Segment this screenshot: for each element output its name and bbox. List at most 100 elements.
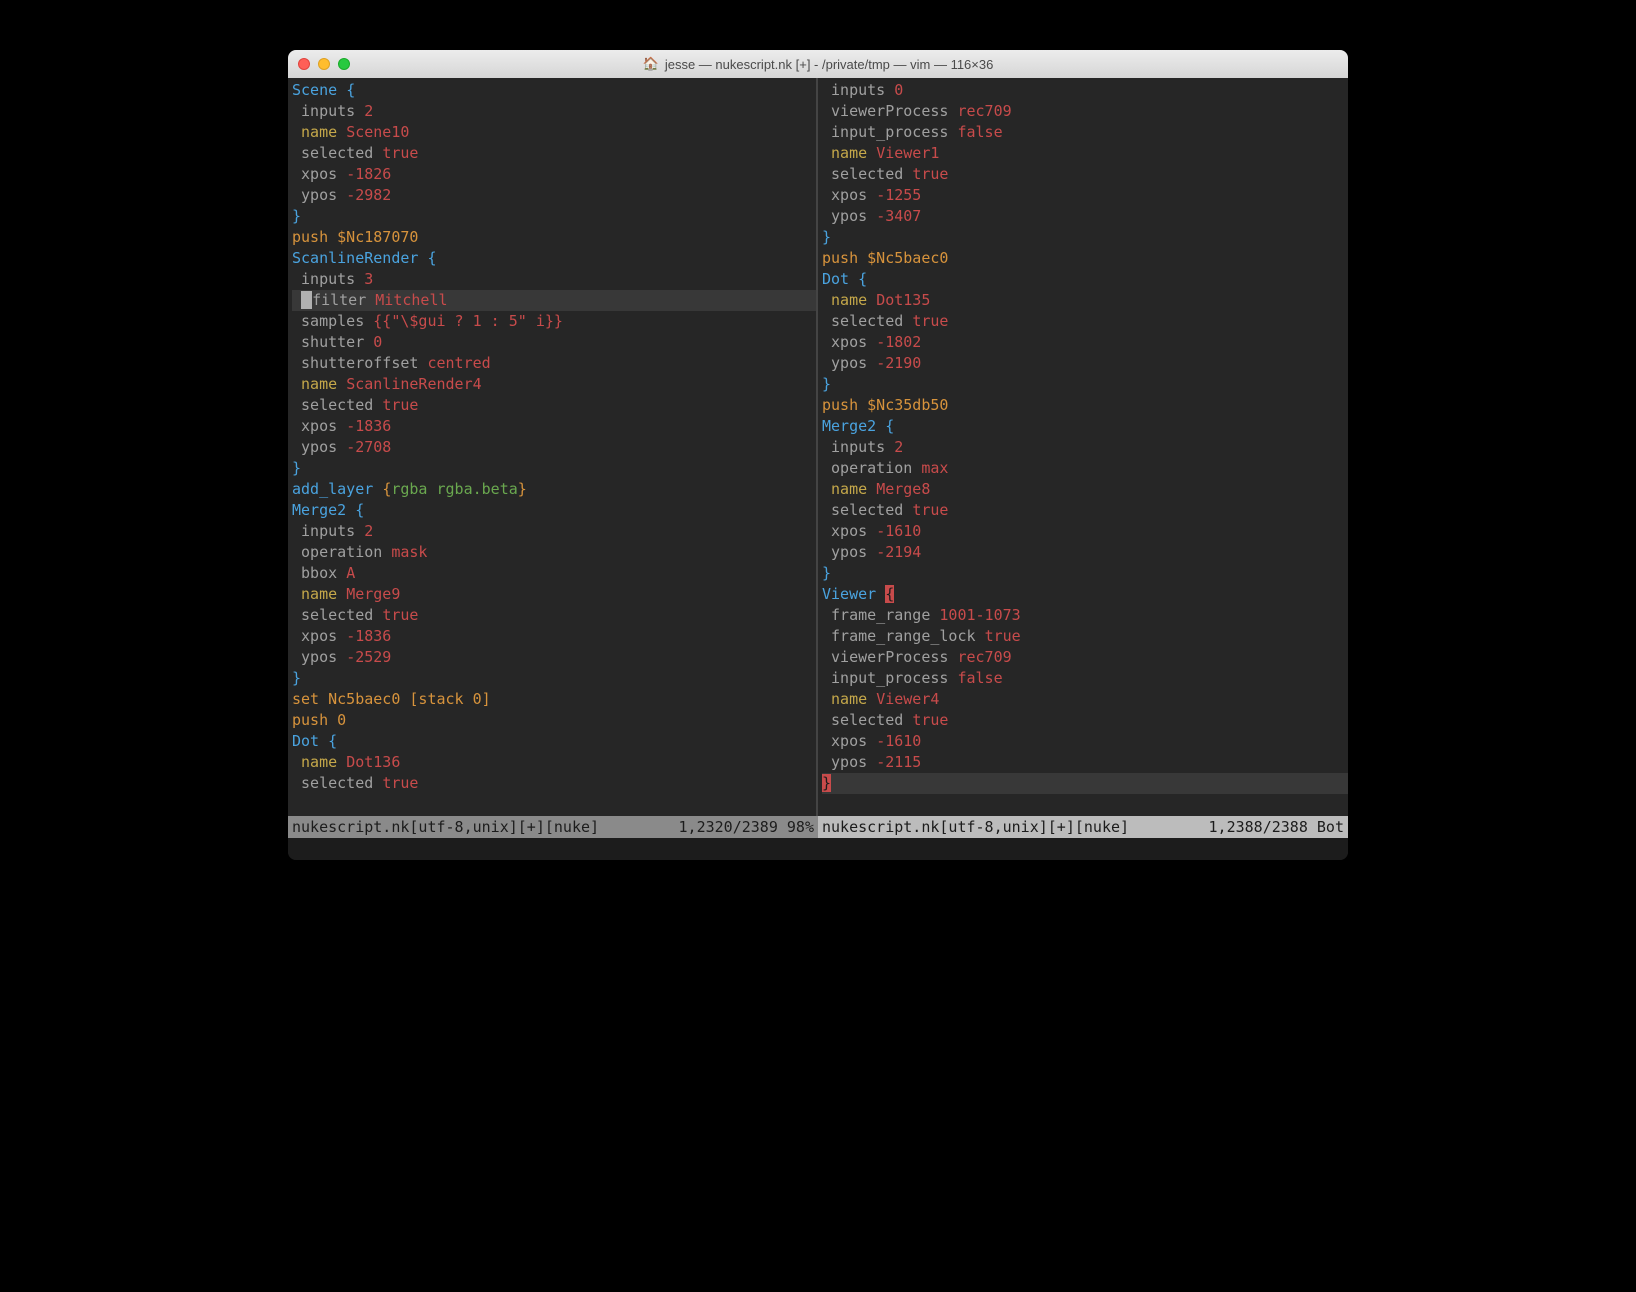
code-line[interactable]: selected true [292, 605, 816, 626]
code-line[interactable]: Viewer { [822, 584, 1348, 605]
token: frame_range [831, 606, 939, 624]
code-line[interactable]: xpos -1802 [822, 332, 1348, 353]
home-icon: 🏠 [643, 56, 659, 72]
code-line[interactable]: Dot { [822, 269, 1348, 290]
token [849, 270, 858, 288]
code-line[interactable]: push $Nc187070 [292, 227, 816, 248]
code-line[interactable]: Dot { [292, 731, 816, 752]
vim-pane-left[interactable]: Scene { inputs 2 name Scene10 selected t… [288, 78, 818, 838]
code-line[interactable]: push $Nc5baec0 [822, 248, 1348, 269]
code-line[interactable]: shutteroffset centred [292, 353, 816, 374]
code-line[interactable]: ypos -2190 [822, 353, 1348, 374]
code-line[interactable]: ypos -2529 [292, 647, 816, 668]
code-line[interactable]: input_process false [822, 122, 1348, 143]
code-line[interactable]: name Merge9 [292, 584, 816, 605]
code-line[interactable]: xpos -1836 [292, 626, 816, 647]
code-line[interactable]: inputs 3 [292, 269, 816, 290]
code-line[interactable]: inputs 2 [822, 437, 1348, 458]
vim-pane-right[interactable]: inputs 0 viewerProcess rec709 input_proc… [818, 78, 1348, 838]
status-file-right: nukescript.nk[utf-8,unix][+][nuke] [822, 816, 1129, 838]
code-line[interactable]: viewerProcess rec709 [822, 101, 1348, 122]
code-line[interactable]: xpos -1826 [292, 164, 816, 185]
code-line[interactable]: selected true [822, 164, 1348, 185]
token: bbox [301, 564, 346, 582]
code-line[interactable]: } [822, 374, 1348, 395]
minimize-icon[interactable] [318, 58, 330, 70]
code-line[interactable]: name Merge8 [822, 479, 1348, 500]
token: } [518, 480, 527, 498]
code-line[interactable]: selected true [292, 773, 816, 794]
code-line[interactable]: filter Mitchell [292, 290, 816, 311]
code-line[interactable]: inputs 2 [292, 521, 816, 542]
code-line[interactable]: xpos -1610 [822, 521, 1348, 542]
code-line[interactable]: Scene { [292, 80, 816, 101]
code-line[interactable]: ypos -2115 [822, 752, 1348, 773]
window-titlebar: 🏠 jesse — nukescript.nk [+] - /private/t… [288, 50, 1348, 78]
terminal-body[interactable]: Scene { inputs 2 name Scene10 selected t… [288, 78, 1348, 838]
code-line[interactable]: } [292, 458, 816, 479]
code-line[interactable]: name ScanlineRender4 [292, 374, 816, 395]
status-pos-right: 1,2388/2388 Bot [1209, 816, 1344, 838]
token: Scene10 [346, 123, 409, 141]
code-line[interactable]: name Dot136 [292, 752, 816, 773]
code-line[interactable]: name Dot135 [822, 290, 1348, 311]
token: } [292, 669, 301, 687]
code-line[interactable]: ypos -3407 [822, 206, 1348, 227]
token: xpos [831, 333, 876, 351]
cmdline-area[interactable] [288, 838, 1348, 860]
code-line[interactable]: xpos -1836 [292, 416, 816, 437]
code-line[interactable]: operation max [822, 458, 1348, 479]
code-left[interactable]: Scene { inputs 2 name Scene10 selected t… [288, 78, 818, 816]
code-line[interactable]: name Viewer4 [822, 689, 1348, 710]
code-line[interactable]: add_layer {rgba rgba.beta} [292, 479, 816, 500]
code-line[interactable]: ypos -2982 [292, 185, 816, 206]
code-line[interactable]: } [292, 668, 816, 689]
code-line[interactable]: } [822, 563, 1348, 584]
code-line[interactable]: operation mask [292, 542, 816, 563]
code-line[interactable]: selected true [292, 395, 816, 416]
token: inputs [831, 438, 894, 456]
code-line[interactable]: } [822, 227, 1348, 248]
code-line[interactable]: } [292, 206, 816, 227]
token: xpos [301, 165, 346, 183]
code-line[interactable]: samples {{"\$gui ? 1 : 5" i}} [292, 311, 816, 332]
code-line[interactable]: input_process false [822, 668, 1348, 689]
code-line[interactable]: selected true [292, 143, 816, 164]
zoom-icon[interactable] [338, 58, 350, 70]
code-line[interactable]: xpos -1610 [822, 731, 1348, 752]
code-line[interactable]: push 0 [292, 710, 816, 731]
code-line[interactable]: viewerProcess rec709 [822, 647, 1348, 668]
code-line[interactable]: frame_range_lock true [822, 626, 1348, 647]
code-line[interactable]: inputs 2 [292, 101, 816, 122]
token: samples [301, 312, 373, 330]
token: name [301, 375, 346, 393]
token: push 0 [292, 711, 346, 729]
token: xpos [831, 732, 876, 750]
code-line[interactable]: xpos -1255 [822, 185, 1348, 206]
token: true [382, 774, 418, 792]
token: inputs [301, 270, 364, 288]
code-line[interactable]: ypos -2194 [822, 542, 1348, 563]
code-line[interactable]: set Nc5baec0 [stack 0] [292, 689, 816, 710]
code-line[interactable]: frame_range 1001-1073 [822, 605, 1348, 626]
token: 1001-1073 [939, 606, 1020, 624]
close-icon[interactable] [298, 58, 310, 70]
code-line[interactable]: push $Nc35db50 [822, 395, 1348, 416]
token: -2529 [346, 648, 391, 666]
code-line[interactable]: Merge2 { [822, 416, 1348, 437]
code-right[interactable]: inputs 0 viewerProcess rec709 input_proc… [818, 78, 1348, 816]
code-line[interactable]: Merge2 { [292, 500, 816, 521]
code-line[interactable]: ypos -2708 [292, 437, 816, 458]
code-line[interactable]: ScanlineRender { [292, 248, 816, 269]
token: selected [831, 165, 912, 183]
code-line[interactable]: shutter 0 [292, 332, 816, 353]
code-line[interactable]: selected true [822, 311, 1348, 332]
code-line[interactable]: name Viewer1 [822, 143, 1348, 164]
code-line[interactable]: name Scene10 [292, 122, 816, 143]
code-line[interactable]: selected true [822, 710, 1348, 731]
code-line[interactable]: inputs 0 [822, 80, 1348, 101]
code-line[interactable]: bbox A [292, 563, 816, 584]
code-line[interactable]: selected true [822, 500, 1348, 521]
code-line[interactable]: } [822, 773, 1348, 794]
token: Merge9 [346, 585, 400, 603]
